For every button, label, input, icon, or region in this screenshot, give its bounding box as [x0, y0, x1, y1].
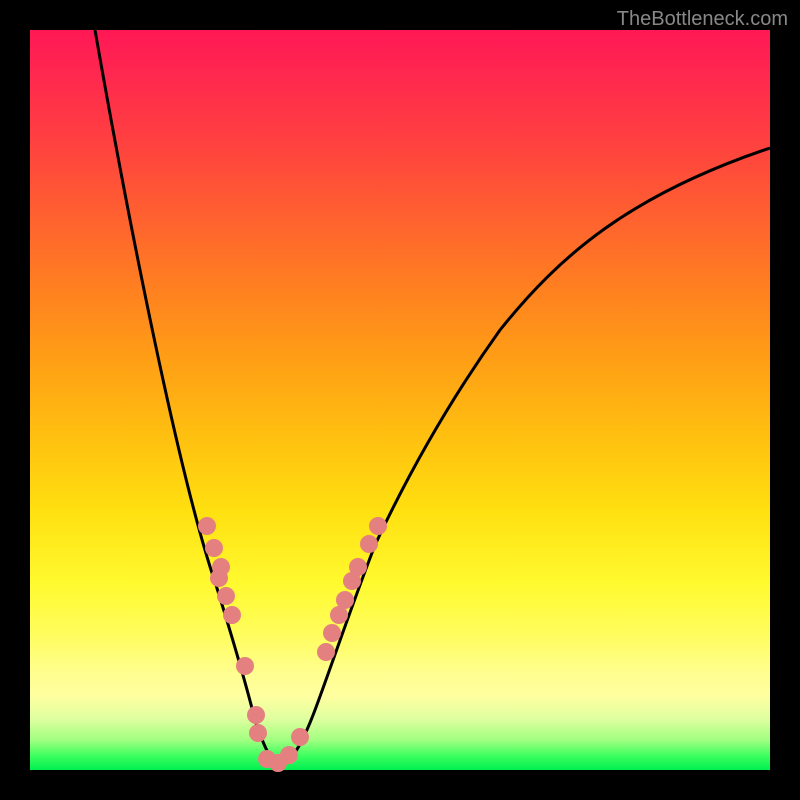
data-marker: [369, 517, 387, 535]
data-marker: [247, 706, 265, 724]
watermark-text: TheBottleneck.com: [617, 8, 788, 31]
data-marker: [236, 657, 254, 675]
data-marker: [205, 539, 223, 557]
data-marker: [317, 643, 335, 661]
data-marker: [291, 728, 309, 746]
data-marker: [198, 517, 216, 535]
data-marker: [249, 724, 267, 742]
data-marker: [280, 746, 298, 764]
data-marker: [323, 624, 341, 642]
data-marker: [217, 587, 235, 605]
data-marker: [360, 535, 378, 553]
data-marker: [210, 569, 228, 587]
data-marker: [336, 591, 354, 609]
data-markers-group: [30, 30, 770, 770]
data-marker: [349, 558, 367, 576]
chart-background: [30, 30, 770, 770]
data-marker: [223, 606, 241, 624]
